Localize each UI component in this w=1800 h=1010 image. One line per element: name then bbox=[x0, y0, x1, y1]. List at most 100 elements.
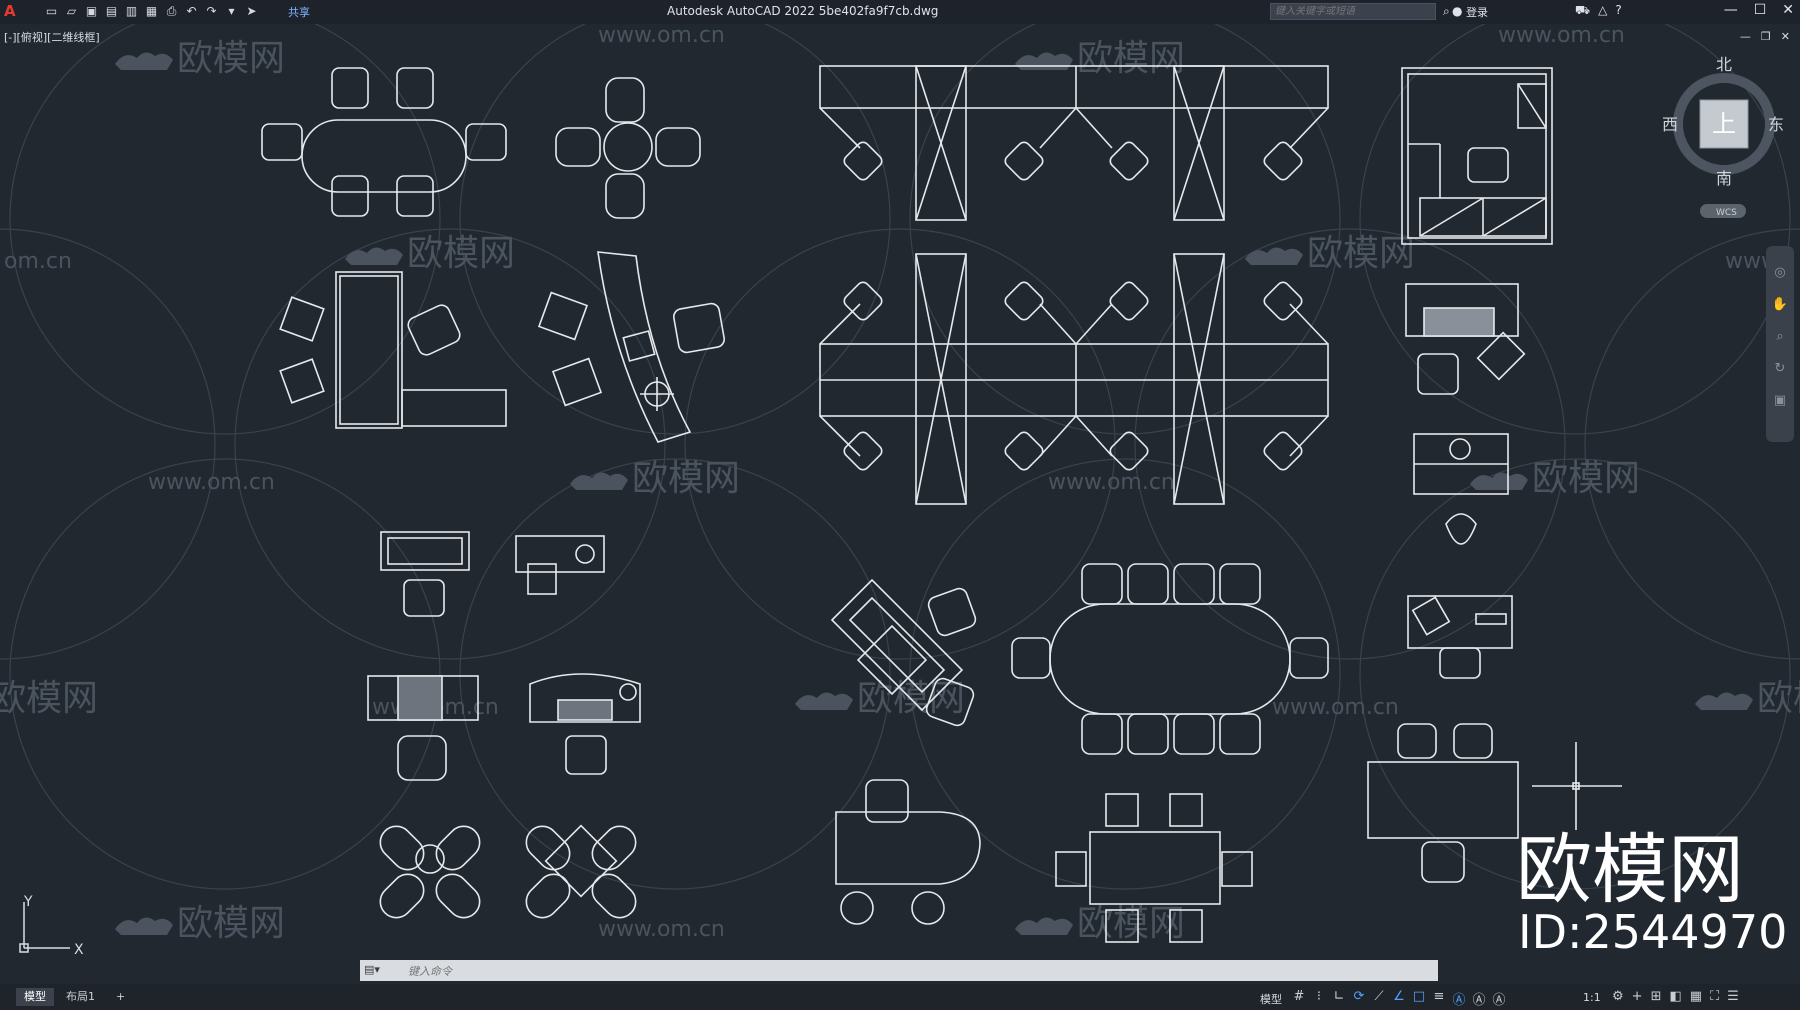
watermark-brand: 欧模网 bbox=[1695, 678, 1800, 719]
doc-restore-button[interactable]: ❐ bbox=[1761, 30, 1771, 43]
watermark-url: www.om.cn bbox=[1272, 695, 1399, 720]
ortho-icon[interactable]: ∟ bbox=[1332, 989, 1346, 1008]
units-icon[interactable]: ⊞ bbox=[1651, 989, 1662, 1004]
drawing-canvas[interactable]: 欧模网 欧模网 欧模网 欧模网 欧模网 欧模网 欧模网 欧模网 欧模网 欧模网 … bbox=[0, 24, 1800, 954]
watermark-url: www.om.cn bbox=[598, 917, 725, 942]
conference-table-10-seats[interactable] bbox=[1011, 563, 1329, 755]
object-snap-icon[interactable]: □ bbox=[1412, 989, 1426, 1008]
help-search-input[interactable] bbox=[1270, 3, 1436, 20]
redo-icon[interactable]: ↷ bbox=[204, 3, 219, 19]
viewcube-top-face[interactable]: 上 bbox=[1712, 110, 1736, 138]
add-layout-button[interactable]: + bbox=[108, 988, 133, 1006]
object-snap-tracking-icon[interactable]: ∠ bbox=[1392, 989, 1406, 1008]
title-bar: A ▭ ▱ ▣ ▤ ▥ ▦ ⎙ ↶ ↷ ▾ ➤ 共享 Autodesk Auto… bbox=[0, 0, 1800, 24]
annotation-scale-icon[interactable]: Ⓐ bbox=[1492, 989, 1506, 1008]
viewcube[interactable]: 上 北 南 东 西 WCS bbox=[1662, 55, 1784, 218]
curved-front-desk[interactable] bbox=[529, 673, 641, 775]
watermark-url: www.om.cn bbox=[1498, 24, 1625, 48]
square-table-4-seats[interactable] bbox=[520, 820, 643, 925]
share-icon[interactable]: ➤ bbox=[244, 3, 259, 19]
snap-icon[interactable]: ⁝ bbox=[1312, 989, 1326, 1008]
undo-icon[interactable]: ↶ bbox=[184, 3, 199, 19]
tab-model[interactable]: 模型 bbox=[16, 988, 54, 1006]
sheet-set-icon[interactable]: ▦ bbox=[144, 3, 159, 19]
lounge-chair-with-table[interactable] bbox=[835, 779, 981, 925]
workstation-cluster-large[interactable] bbox=[819, 253, 1329, 505]
watermark-brand: 欧模网 bbox=[1015, 903, 1185, 944]
workstation-cluster-top[interactable] bbox=[819, 65, 1329, 221]
viewcube-south[interactable]: 南 bbox=[1716, 169, 1732, 188]
autoscale-icon[interactable]: Ⓐ bbox=[1472, 989, 1486, 1008]
watermark-url: www.om.cn bbox=[598, 24, 725, 48]
furniture-blocks bbox=[261, 65, 1622, 943]
office-cubicle[interactable] bbox=[1401, 67, 1553, 245]
watermark-brand: 欧模网 bbox=[1015, 38, 1185, 79]
minimize-button[interactable]: — bbox=[1724, 2, 1738, 18]
viewcube-east[interactable]: 东 bbox=[1768, 115, 1784, 134]
customize-dropdown-icon[interactable]: ▾ bbox=[224, 3, 239, 19]
desk-with-textured-panel[interactable] bbox=[367, 675, 479, 781]
command-line[interactable]: ▤▾ bbox=[360, 960, 1438, 981]
autocad-logo[interactable]: A bbox=[4, 2, 16, 20]
print-icon[interactable]: ⎙ bbox=[164, 3, 179, 19]
status-toggles: # ⁝ ∟ ⟳ ⟋ ∠ □ ≡ Ⓐ Ⓐ Ⓐ bbox=[1292, 989, 1506, 1008]
isodraft-icon[interactable]: ⟋ bbox=[1372, 989, 1386, 1008]
share-button[interactable]: 共享 bbox=[288, 4, 310, 20]
viewport-controls-label[interactable]: [-][俯视][二维线框] bbox=[4, 29, 100, 45]
maximize-button[interactable]: ☐ bbox=[1754, 2, 1767, 18]
round-table-4-seats[interactable] bbox=[555, 77, 701, 219]
viewcube-west[interactable]: 西 bbox=[1662, 115, 1678, 134]
model-space-toggle[interactable]: 模型 bbox=[1260, 991, 1282, 1007]
user-icon: ● bbox=[1452, 4, 1463, 18]
showmotion-icon[interactable]: ▣ bbox=[1774, 393, 1786, 408]
clover-table[interactable] bbox=[374, 820, 487, 925]
desk-with-laptop[interactable] bbox=[1407, 595, 1513, 679]
grid-icon[interactable]: # bbox=[1292, 989, 1306, 1008]
orbit-icon[interactable]: ↻ bbox=[1775, 361, 1786, 376]
hardware-acceleration-icon[interactable]: ▦ bbox=[1690, 989, 1702, 1004]
autodesk-a360-icon[interactable]: △ bbox=[1598, 3, 1607, 19]
pan-icon[interactable]: ✋ bbox=[1772, 296, 1788, 312]
tab-layout1[interactable]: 布局1 bbox=[58, 988, 103, 1006]
save-icon[interactable]: ▣ bbox=[84, 3, 99, 19]
close-button[interactable]: ✕ bbox=[1782, 2, 1794, 18]
steering-wheel-icon[interactable]: ◎ bbox=[1774, 265, 1785, 280]
search-icon[interactable]: ⌕ bbox=[1443, 4, 1450, 19]
small-office-desk[interactable] bbox=[515, 535, 605, 595]
wcs-menu[interactable]: WCS bbox=[1716, 208, 1737, 218]
add-icon[interactable]: + bbox=[1632, 989, 1643, 1004]
help-icon[interactable]: ? bbox=[1615, 3, 1621, 19]
cart-icon[interactable]: ⛟ bbox=[1575, 3, 1590, 19]
watermark-url: www.om.cn bbox=[148, 470, 275, 495]
login-button[interactable]: 登录 bbox=[1466, 4, 1488, 20]
title-icons: ⛟ △ ? bbox=[1575, 3, 1622, 19]
table-with-chairs[interactable] bbox=[1367, 723, 1519, 883]
l-shaped-desk[interactable] bbox=[279, 271, 507, 429]
annotation-visibility-icon[interactable]: Ⓐ bbox=[1452, 989, 1466, 1008]
watermarks: 欧模网 欧模网 欧模网 欧模网 欧模网 欧模网 欧模网 欧模网 欧模网 欧模网 … bbox=[0, 24, 1800, 944]
customization-icon[interactable]: ☰ bbox=[1727, 989, 1739, 1004]
command-history-icon[interactable]: ▤▾ bbox=[364, 963, 380, 976]
doc-minimize-button[interactable]: — bbox=[1740, 30, 1751, 43]
publish-icon[interactable]: ▥ bbox=[124, 3, 139, 19]
save-as-icon[interactable]: ▤ bbox=[104, 3, 119, 19]
lineweight-icon[interactable]: ≡ bbox=[1432, 989, 1446, 1008]
new-file-icon[interactable]: ▭ bbox=[44, 3, 59, 19]
command-input[interactable] bbox=[406, 962, 1410, 981]
curved-executive-desk[interactable] bbox=[537, 251, 726, 443]
oval-table-6-seats[interactable] bbox=[261, 67, 507, 217]
annotation-scale[interactable]: 1:1 bbox=[1583, 991, 1601, 1004]
background-pattern bbox=[0, 24, 1800, 890]
svg-text:欧模网: 欧模网 bbox=[407, 233, 515, 274]
desk-with-computer[interactable] bbox=[1405, 283, 1526, 395]
navigation-bar[interactable]: ◎ ✋ ⌕ ↻ ▣ bbox=[1766, 246, 1794, 442]
polar-icon[interactable]: ⟳ bbox=[1352, 989, 1366, 1008]
open-file-icon[interactable]: ▱ bbox=[64, 3, 79, 19]
desk-with-monitor[interactable] bbox=[380, 531, 470, 617]
clean-screen-icon[interactable]: ⛶ bbox=[1710, 989, 1719, 1004]
settings-gear-icon[interactable]: ⚙ bbox=[1612, 989, 1624, 1004]
doc-close-button[interactable]: ✕ bbox=[1781, 30, 1790, 43]
viewcube-north[interactable]: 北 bbox=[1716, 55, 1732, 74]
isolate-objects-icon[interactable]: ◧ bbox=[1669, 989, 1681, 1004]
zoom-icon[interactable]: ⌕ bbox=[1776, 329, 1783, 344]
